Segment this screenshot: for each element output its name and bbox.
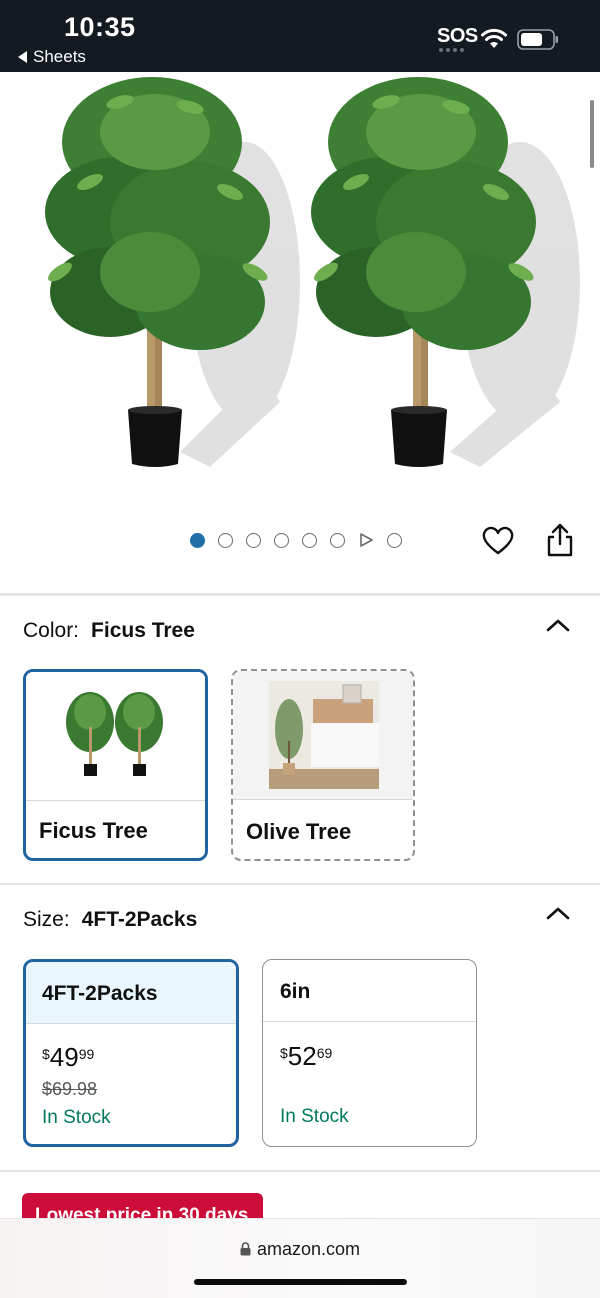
battery-icon <box>517 29 558 50</box>
color-selected-value: Ficus Tree <box>91 619 195 642</box>
image-carousel-dots[interactable] <box>190 527 402 553</box>
price: $49 99 <box>42 1042 94 1073</box>
back-arrow-icon <box>18 51 27 63</box>
price: $52 69 <box>280 1041 332 1072</box>
size-option-label: 6in <box>263 960 476 1022</box>
section-divider <box>0 883 600 885</box>
play-icon[interactable] <box>358 532 374 548</box>
color-selector-label: Color: Ficus Tree <box>23 619 195 643</box>
chevron-up-icon[interactable] <box>545 617 571 633</box>
size-selected-value: 4FT-2Packs <box>81 908 198 931</box>
swatch-divider <box>233 799 413 800</box>
size-option-4ft-2packs[interactable]: 4FT-2Packs $49 99 $69.98 In Stock <box>23 959 239 1147</box>
product-image[interactable] <box>0 72 600 512</box>
size-option-label: 4FT-2Packs <box>26 962 236 1024</box>
availability-status: In Stock <box>42 1107 111 1128</box>
home-indicator[interactable] <box>194 1279 407 1285</box>
price-whole: 49 <box>49 1042 79 1072</box>
price-symbol: $ <box>42 1046 50 1062</box>
url-text: amazon.com <box>256 1239 361 1259</box>
swatch-divider <box>26 800 205 801</box>
back-app-label: Sheets <box>33 47 86 66</box>
carousel-dot[interactable] <box>302 532 317 548</box>
color-option-label: Olive Tree <box>246 819 352 844</box>
signal-dots-icon <box>439 48 464 52</box>
ficus-thumbnail <box>26 672 205 800</box>
size-label-key: Size: <box>23 908 70 931</box>
olive-thumbnail <box>233 671 413 799</box>
carousel-dot[interactable] <box>387 532 402 548</box>
status-bar: 10:35 Sheets SOS <box>0 0 600 72</box>
availability-status: In Stock <box>280 1106 349 1127</box>
color-option-ficus-tree[interactable]: Ficus Tree <box>23 669 208 861</box>
url-display[interactable]: amazon.com <box>0 1239 600 1260</box>
price-symbol: $ <box>280 1045 288 1061</box>
scroll-indicator[interactable] <box>590 100 594 168</box>
chevron-up-icon[interactable] <box>545 905 571 921</box>
carousel-dot[interactable] <box>218 532 233 548</box>
list-price: $69.98 <box>42 1079 98 1099</box>
color-option-olive-tree[interactable]: Olive Tree <box>231 669 415 861</box>
share-icon[interactable] <box>545 522 575 558</box>
size-option-6in[interactable]: 6in $52 69 In Stock <box>262 959 477 1147</box>
carousel-dot[interactable] <box>330 532 345 548</box>
price-fraction: 99 <box>78 1046 95 1062</box>
color-label-key: Color: <box>23 619 80 642</box>
ficus-trees-illustration <box>45 77 580 467</box>
carousel-dot[interactable] <box>274 532 289 548</box>
sos-label: SOS <box>437 25 478 47</box>
carousel-dot[interactable] <box>246 532 261 548</box>
sos-indicator: SOS <box>437 25 478 52</box>
carousel-dot[interactable] <box>190 532 205 548</box>
size-selector-label: Size: 4FT-2Packs <box>23 908 197 932</box>
browser-address-bar[interactable]: amazon.com <box>0 1218 600 1298</box>
status-time: 10:35 <box>64 12 136 42</box>
heart-icon[interactable] <box>481 524 515 558</box>
color-option-label: Ficus Tree <box>39 818 148 843</box>
section-divider <box>0 1170 600 1172</box>
price-whole: 52 <box>287 1041 317 1071</box>
back-to-app-link[interactable]: Sheets <box>18 47 86 67</box>
section-divider <box>0 593 600 596</box>
price-fraction: 69 <box>316 1045 333 1061</box>
wifi-icon <box>481 28 507 48</box>
lock-icon <box>240 1242 251 1256</box>
